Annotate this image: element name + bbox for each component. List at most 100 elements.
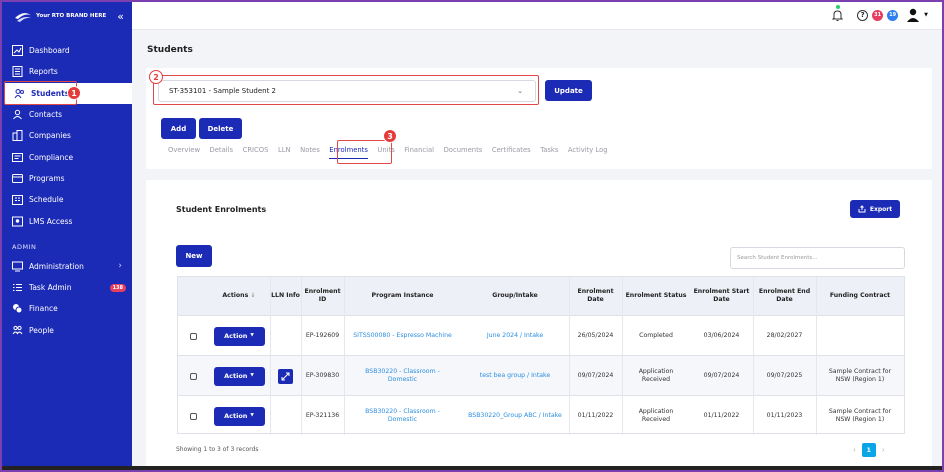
lms-icon xyxy=(12,216,23,227)
cell-start: 01/11/2022 xyxy=(703,411,740,419)
new-button[interactable]: New xyxy=(176,245,212,267)
table-row: Action ▼ EP-321136 BSB30220 - Classroom -… xyxy=(178,395,904,435)
cell-enrolment-id: EP-309830 xyxy=(305,371,340,379)
sidebar-item-companies[interactable]: Companies xyxy=(2,125,132,146)
row-checkbox[interactable] xyxy=(189,372,197,380)
tab-cricos[interactable]: CRICOS xyxy=(243,146,269,159)
header-program: Program Instance xyxy=(371,291,434,299)
sidebar-section-admin: ADMIN xyxy=(12,242,37,251)
user-avatar-icon[interactable] xyxy=(906,8,920,22)
sidebar-item-reports[interactable]: Reports xyxy=(2,61,132,82)
notification-badge-red[interactable]: 31 xyxy=(872,9,884,21)
tab-enrolments[interactable]: Enrolments xyxy=(329,146,368,159)
sidebar-item-people[interactable]: People xyxy=(2,320,132,341)
sort-icon: ↓ xyxy=(250,291,256,299)
double-chevron-left-icon[interactable]: « xyxy=(117,10,124,23)
header-enrol-date: Enrolment Date xyxy=(577,287,614,303)
column-divider xyxy=(753,277,754,435)
programs-icon xyxy=(12,173,23,184)
cell-end: 28/02/2027 xyxy=(766,331,803,339)
caret-down-icon: ▼ xyxy=(250,412,254,418)
cell-enrol-date: 26/05/2024 xyxy=(577,331,614,339)
tab-overview[interactable]: Overview xyxy=(168,146,200,159)
tab-financial[interactable]: Financial xyxy=(404,146,434,159)
topbar: ? 31 19 ▼ xyxy=(132,2,942,30)
cell-program-link[interactable]: BSB30220 - Classroom - Domestic xyxy=(344,356,461,396)
tab-documents[interactable]: Documents xyxy=(444,146,483,159)
sidebar-item-programs[interactable]: Programs xyxy=(2,168,132,189)
sidebar-item-label: Finance xyxy=(29,304,58,314)
help-icon[interactable]: ? xyxy=(857,9,869,21)
notification-badge-blue[interactable]: 19 xyxy=(887,9,899,21)
sidebar-item-schedule[interactable]: Schedule xyxy=(2,189,132,210)
expand-icon[interactable] xyxy=(278,368,293,384)
sidebar-item-label: Programs xyxy=(29,173,65,183)
cell-enrol-date: 09/07/2024 xyxy=(577,371,614,379)
add-button[interactable]: Add xyxy=(161,118,196,139)
admin-icon xyxy=(12,261,23,272)
sidebar: Your RTO BRAND HERE « Dashboard Reports … xyxy=(2,2,132,470)
header-actions-label: Actions xyxy=(222,291,249,299)
header-actions[interactable]: Actions ↓ xyxy=(208,277,270,315)
chevron-down-icon[interactable]: ▼ xyxy=(924,12,928,18)
page-button[interactable]: 1 xyxy=(861,443,876,457)
update-button[interactable]: Update xyxy=(545,80,592,101)
tab-lln[interactable]: LLN xyxy=(278,146,291,159)
tab-notes[interactable]: Notes xyxy=(300,146,320,159)
action-button[interactable]: Action ▼ xyxy=(213,326,265,346)
tasks-icon xyxy=(12,282,23,293)
sidebar-item-finance[interactable]: Finance xyxy=(2,298,132,319)
sidebar-item-label: Reports xyxy=(29,67,58,77)
sidebar-item-label: Schedule xyxy=(29,195,64,205)
bell-icon[interactable] xyxy=(832,4,844,22)
export-button[interactable]: Export xyxy=(850,200,900,218)
chevron-right-icon[interactable]: › xyxy=(882,446,885,454)
sidebar-item-administration[interactable]: Administration › xyxy=(2,256,132,277)
action-label: Action xyxy=(224,411,248,420)
student-select[interactable]: ST-353101 - Sample Student 2 ⌄ xyxy=(158,80,536,102)
chevron-left-icon[interactable]: ‹ xyxy=(853,446,856,454)
delete-button[interactable]: Delete xyxy=(199,118,242,139)
annotation-1: 1 xyxy=(67,86,81,100)
column-divider xyxy=(816,277,817,435)
tab-units[interactable]: Units xyxy=(377,146,394,159)
header-end: Enrolment End Date xyxy=(758,287,811,303)
tab-certificates[interactable]: Certificates xyxy=(492,146,531,159)
export-label: Export xyxy=(869,205,893,213)
row-checkbox[interactable] xyxy=(189,332,197,340)
header-enrolment-id: Enrolment ID xyxy=(304,287,341,303)
report-icon xyxy=(12,66,23,78)
tab-activity-log[interactable]: Activity Log xyxy=(568,146,608,159)
action-label: Action xyxy=(224,371,248,380)
cell-group-link[interactable]: June 2024 / Intake xyxy=(461,316,569,356)
row-checkbox[interactable] xyxy=(189,412,197,420)
companies-icon xyxy=(12,130,23,142)
people-icon xyxy=(12,325,23,336)
sidebar-item-task-admin[interactable]: Task Admin 138 xyxy=(2,277,132,298)
compliance-icon xyxy=(12,152,23,163)
cell-funding xyxy=(816,316,904,356)
column-divider xyxy=(569,277,570,435)
annotation-2: 2 xyxy=(149,70,163,84)
action-button[interactable]: Action ▼ xyxy=(213,366,265,386)
sidebar-item-compliance[interactable]: Compliance xyxy=(2,146,132,167)
sidebar-item-contacts[interactable]: Contacts xyxy=(2,104,132,125)
sidebar-item-lms-access[interactable]: LMS Access xyxy=(2,210,132,231)
cell-group-link[interactable]: test bea group / Intake xyxy=(461,356,569,396)
tab-tasks[interactable]: Tasks xyxy=(540,146,558,159)
pagination: ‹ 1 › xyxy=(853,443,885,457)
tab-details[interactable]: Details xyxy=(210,146,234,159)
cell-group-link[interactable]: BSB30220_Group ABC / Intake xyxy=(461,396,569,436)
cell-program-link[interactable]: SITSS00080 - Espresso Machine xyxy=(344,316,461,356)
header-status: Enrolment Status xyxy=(625,291,687,299)
brand-logo-icon xyxy=(15,13,31,22)
table-header: Actions ↓ LLN Info Enrolment ID Program … xyxy=(178,277,904,315)
action-button[interactable]: Action ▼ xyxy=(213,406,265,426)
sidebar-item-dashboard[interactable]: Dashboard xyxy=(2,40,132,61)
brand: Your RTO BRAND HERE « xyxy=(2,2,132,30)
sidebar-item-label: People xyxy=(29,325,54,335)
sidebar-item-label: Contacts xyxy=(29,110,63,120)
search-input[interactable]: Search Student Enrolments... xyxy=(730,247,905,269)
brand-name: Your RTO BRAND HERE xyxy=(36,13,107,19)
cell-program-link[interactable]: BSB30220 - Classroom - Domestic xyxy=(344,396,461,436)
